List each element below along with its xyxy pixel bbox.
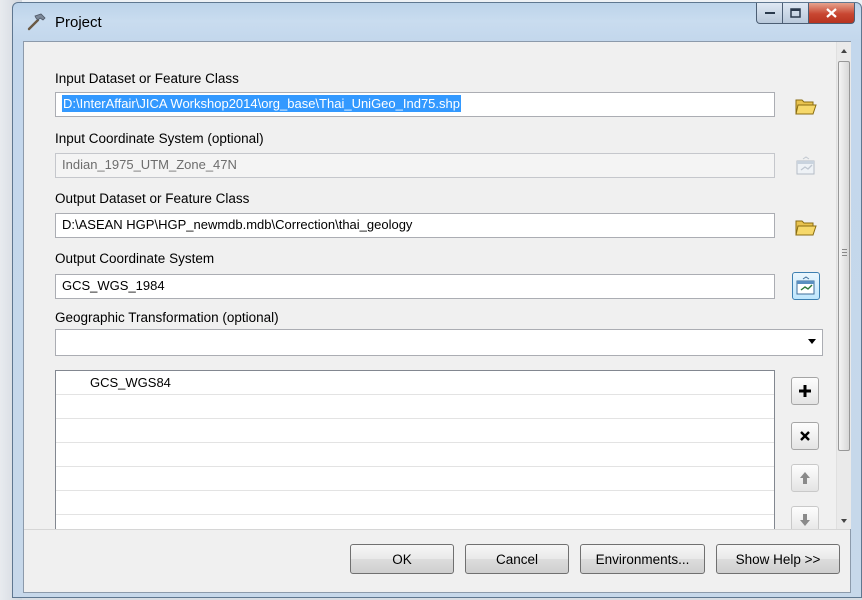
chevron-down-icon (808, 339, 816, 344)
add-transform-button[interactable] (791, 377, 819, 405)
geo-transform-dropdown[interactable] (55, 329, 823, 356)
output-dataset-label: Output Dataset or Feature Class (55, 191, 250, 206)
scroll-up-button[interactable] (837, 42, 851, 59)
input-coord-label: Input Coordinate System (optional) (55, 131, 264, 146)
list-item[interactable] (56, 467, 774, 491)
grip-icon (842, 249, 847, 258)
minimize-icon (764, 12, 775, 14)
project-dialog: Project Input Dataset or Feature Class D… (12, 2, 862, 598)
output-coord-field[interactable]: GCS_WGS_1984 (55, 274, 775, 299)
plus-icon (799, 385, 811, 397)
input-coord-properties-button[interactable] (792, 152, 820, 180)
ok-button[interactable]: OK (350, 544, 454, 574)
x-icon (800, 431, 810, 441)
output-coord-properties-button[interactable] (792, 272, 820, 300)
input-dataset-label: Input Dataset or Feature Class (55, 71, 239, 86)
list-item[interactable] (56, 491, 774, 515)
input-coord-field[interactable]: Indian_1975_UTM_Zone_47N (55, 153, 775, 178)
coordinate-system-properties-icon (796, 156, 815, 175)
output-dataset-field[interactable]: D:\ASEAN HGP\HGP_newmdb.mdb\Correction\t… (55, 213, 775, 238)
list-item[interactable]: GCS_WGS84 (56, 371, 774, 395)
show-help-button[interactable]: Show Help >> (716, 544, 840, 574)
move-down-button[interactable] (791, 506, 819, 529)
dialog-footer: OK Cancel Environments... Show Help >> (24, 529, 850, 592)
output-coord-label: Output Coordinate System (55, 251, 215, 266)
close-icon (826, 8, 837, 18)
remove-transform-button[interactable] (791, 422, 819, 450)
open-folder-icon (795, 220, 817, 236)
dialog-client-area: Input Dataset or Feature Class D:\InterA… (23, 41, 851, 593)
list-item[interactable] (56, 515, 774, 529)
list-item[interactable] (56, 443, 774, 467)
scroll-up-icon (841, 48, 847, 53)
environments-button[interactable]: Environments... (580, 544, 705, 574)
coordinate-system-properties-icon (796, 276, 815, 295)
open-folder-icon (795, 99, 817, 115)
arrow-down-icon (800, 514, 810, 526)
vertical-scrollbar[interactable] (836, 42, 851, 529)
input-dataset-browse-button[interactable] (792, 92, 820, 120)
close-button[interactable] (809, 3, 855, 24)
output-dataset-browse-button[interactable] (792, 213, 820, 241)
parameters-panel: Input Dataset or Feature Class D:\InterA… (24, 42, 836, 529)
scroll-down-button[interactable] (837, 512, 851, 529)
arrow-up-icon (800, 472, 810, 484)
window-controls (756, 3, 855, 25)
geo-transform-list[interactable]: GCS_WGS84 (55, 370, 775, 529)
hammer-tool-icon (27, 13, 46, 31)
move-up-button[interactable] (791, 464, 819, 492)
cancel-button[interactable]: Cancel (465, 544, 569, 574)
maximize-icon (790, 8, 801, 18)
list-item[interactable] (56, 395, 774, 419)
dialog-title: Project (55, 14, 102, 31)
list-item[interactable] (56, 419, 774, 443)
title-bar[interactable]: Project (13, 3, 861, 41)
scroll-thumb[interactable] (838, 61, 850, 451)
maximize-button[interactable] (783, 3, 809, 24)
scroll-down-icon (841, 518, 847, 523)
minimize-button[interactable] (756, 3, 783, 24)
geo-transform-label: Geographic Transformation (optional) (55, 310, 279, 325)
input-dataset-value: D:\InterAffair\JICA Workshop2014\org_bas… (62, 95, 461, 112)
input-dataset-field[interactable]: D:\InterAffair\JICA Workshop2014\org_bas… (55, 92, 775, 117)
